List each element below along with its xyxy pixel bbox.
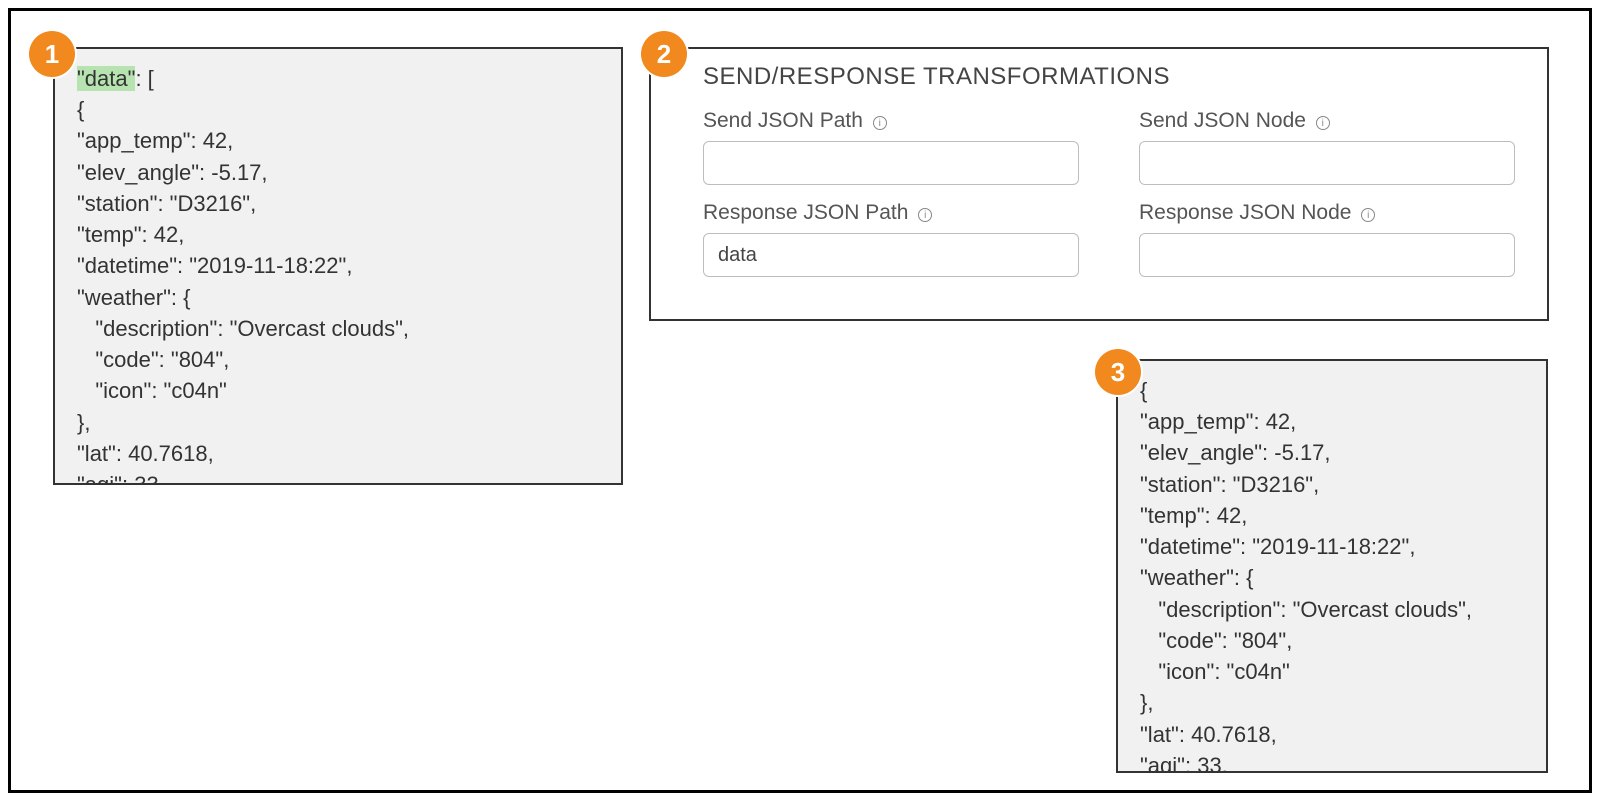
transformations-form: Send JSON Path i Send JSON Node i Respon… <box>695 109 1523 277</box>
send-json-node-input[interactable] <box>1139 141 1515 185</box>
badge-1-number: 1 <box>45 39 59 70</box>
response-json-path-input[interactable] <box>703 233 1079 277</box>
response-json-path-label-text: Response JSON Path <box>703 201 908 224</box>
info-icon[interactable]: i <box>1361 208 1375 222</box>
step-badge-2: 2 <box>641 31 687 77</box>
send-json-path-input[interactable] <box>703 141 1079 185</box>
step-badge-3: 3 <box>1095 349 1141 395</box>
send-json-node-label-text: Send JSON Node <box>1139 109 1306 132</box>
send-json-node-field: Send JSON Node i <box>1139 109 1515 185</box>
transformations-panel: SEND/RESPONSE TRANSFORMATIONS Send JSON … <box>649 47 1549 321</box>
response-json-node-input[interactable] <box>1139 233 1515 277</box>
response-json-node-label-text: Response JSON Node <box>1139 201 1351 224</box>
source-json-panel: "data": [ { "app_temp": 42, "elev_angle"… <box>53 47 623 485</box>
transformations-title: SEND/RESPONSE TRANSFORMATIONS <box>703 63 1523 91</box>
source-json-body: { "app_temp": 42, "elev_angle": -5.17, "… <box>77 97 409 485</box>
result-json-panel: { "app_temp": 42, "elev_angle": -5.17, "… <box>1116 359 1548 773</box>
badge-3-number: 3 <box>1111 357 1125 388</box>
info-icon[interactable]: i <box>918 208 932 222</box>
info-icon[interactable]: i <box>873 116 887 130</box>
info-icon[interactable]: i <box>1316 116 1330 130</box>
badge-2-number: 2 <box>657 39 671 70</box>
step-badge-1: 1 <box>29 31 75 77</box>
send-json-node-label: Send JSON Node i <box>1139 109 1515 133</box>
response-json-path-label: Response JSON Path i <box>703 201 1079 225</box>
send-json-path-field: Send JSON Path i <box>703 109 1079 185</box>
response-json-path-field: Response JSON Path i <box>703 201 1079 277</box>
response-json-node-field: Response JSON Node i <box>1139 201 1515 277</box>
source-json-line-rest: : [ <box>135 66 153 91</box>
send-json-path-label: Send JSON Path i <box>703 109 1079 133</box>
result-json-body: { "app_temp": 42, "elev_angle": -5.17, "… <box>1140 378 1472 773</box>
response-json-node-label: Response JSON Node i <box>1139 201 1515 225</box>
source-json-highlight: "data" <box>77 66 135 91</box>
send-json-path-label-text: Send JSON Path <box>703 109 863 132</box>
diagram-frame: 1 "data": [ { "app_temp": 42, "elev_angl… <box>8 8 1592 793</box>
